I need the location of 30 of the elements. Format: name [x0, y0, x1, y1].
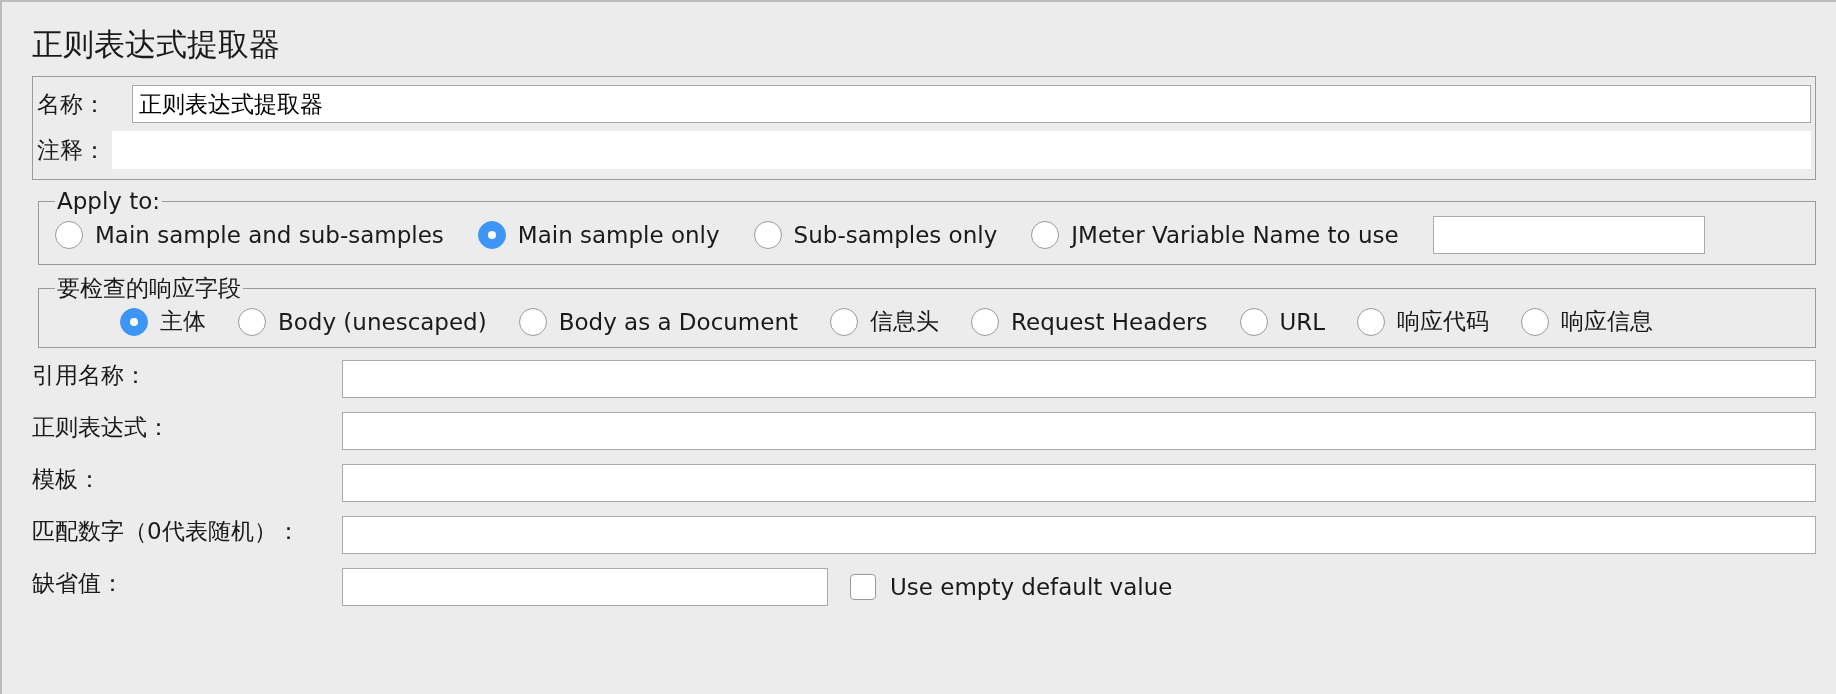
input-field[interactable] [342, 464, 1816, 502]
field-label: 缺省值： [32, 569, 125, 598]
input-field[interactable] [342, 412, 1816, 450]
radio-option[interactable]: Main sample only [477, 221, 720, 249]
radio-option[interactable]: JMeter Variable Name to use [1031, 221, 1399, 249]
radio-option[interactable]: URL [1239, 307, 1326, 336]
name-field[interactable]: 正则表达式提取器 [132, 85, 1811, 123]
group-legend: Apply to: [55, 188, 163, 214]
field-label: 引用名称： [32, 361, 148, 390]
radio-option[interactable]: 主体 [120, 306, 206, 337]
comment-label: 注释： [37, 135, 107, 165]
field-label: 匹配数字（0代表随机）： [32, 517, 301, 546]
radio-option[interactable]: Body as a Document [518, 307, 799, 336]
default-value-field[interactable] [342, 568, 828, 606]
radio-option[interactable]: Request Headers [971, 307, 1208, 336]
input-field[interactable] [342, 360, 1816, 398]
radio-option[interactable]: Sub-samples only [753, 221, 998, 249]
group-legend: 要检查的响应字段 [55, 273, 243, 304]
variable-name-field[interactable] [1432, 216, 1705, 254]
input-field[interactable] [342, 516, 1816, 554]
checkbox-option[interactable]: Use empty default value [850, 574, 1173, 600]
radio-option[interactable]: 信息头 [830, 306, 940, 337]
radio-option[interactable]: Main sample and sub-samples [55, 221, 444, 249]
radio-option[interactable]: Body (unescaped) [238, 307, 487, 336]
field-label: 模板： [32, 465, 102, 494]
radio-option[interactable]: 响应信息 [1521, 306, 1654, 337]
field-label: 正则表达式： [32, 413, 171, 442]
radio-option[interactable]: 响应代码 [1357, 306, 1490, 337]
name-label: 名称： [37, 89, 107, 119]
panel-title: 正则表达式提取器 [32, 25, 281, 64]
